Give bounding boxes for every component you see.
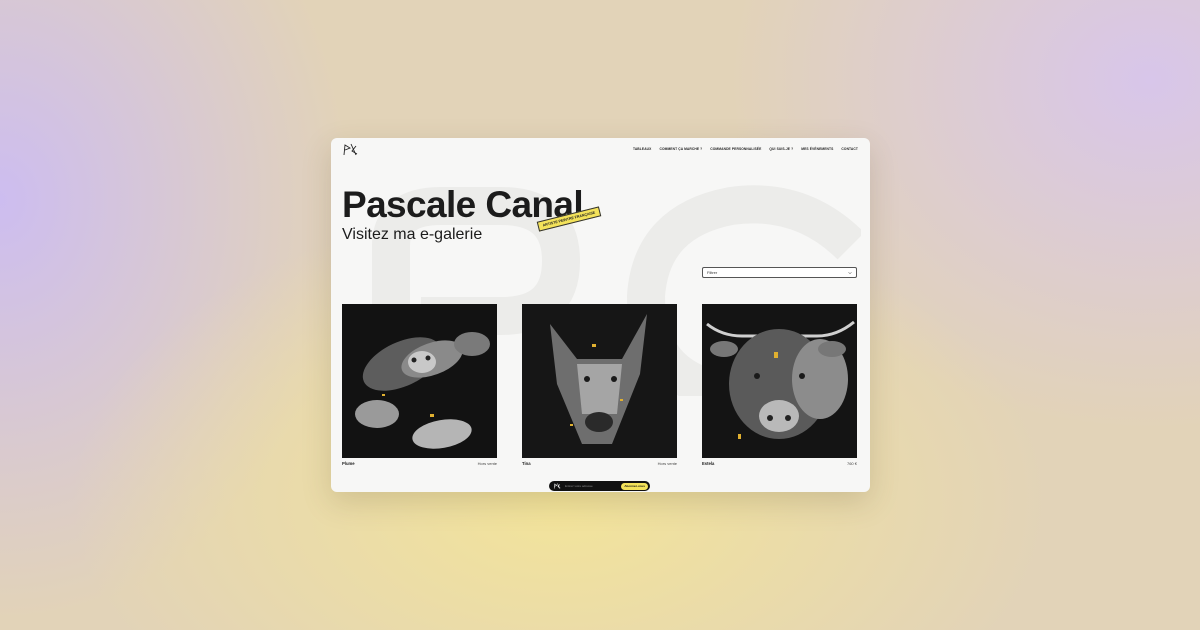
filter-select[interactable]: Filtrer (702, 267, 857, 278)
gallery-card[interactable]: Tina Hors vente (522, 304, 677, 466)
nav-item-qui-suis-je[interactable]: QUI SUIS-JE ? (769, 147, 793, 151)
card-price: Hors vente (657, 461, 677, 466)
nav-menu: TABLEAUX COMMENT ÇA MARCHE ? COMMANDE PE… (633, 147, 858, 151)
card-meta: Tina Hors vente (522, 461, 677, 466)
card-meta: Plume Hors vente (342, 461, 497, 466)
page-title: Pascale Canal (342, 184, 584, 225)
nav-item-contact[interactable]: CONTACT (841, 147, 858, 151)
card-price: 760 € (846, 461, 857, 466)
card-price: Hors vente (477, 461, 497, 466)
subscribe-button[interactable]: Abonnez-vous (621, 482, 648, 490)
chevron-down-icon (848, 271, 852, 274)
card-title[interactable]: Estela (702, 461, 714, 466)
nav-item-mes-evenements[interactable]: MES ÉVÉNEMENTS (801, 147, 833, 151)
card-title[interactable]: Tina (522, 461, 531, 466)
pc-logo-icon[interactable] (342, 143, 358, 156)
card-title[interactable]: Plume (342, 461, 355, 466)
newsletter-email-input[interactable]: Entrez votre adresse (565, 484, 621, 488)
pc-logo-icon (553, 483, 561, 489)
painting-cat-image[interactable] (342, 304, 497, 458)
gallery-card[interactable]: Estela 760 € (702, 304, 857, 466)
page-subtitle: Visitez ma e-galerie (342, 226, 483, 243)
nav-item-tableaux[interactable]: TABLEAUX (633, 147, 652, 151)
newsletter-bar: Entrez votre adresse Abonnez-vous (549, 481, 650, 491)
painting-cow-image[interactable] (702, 304, 857, 458)
nav-item-comment-ca-marche[interactable]: COMMENT ÇA MARCHE ? (659, 147, 702, 151)
gallery-card[interactable]: Plume Hors vente (342, 304, 497, 466)
filter-label: Filtrer (707, 270, 718, 275)
top-nav: TABLEAUX COMMENT ÇA MARCHE ? COMMANDE PE… (331, 138, 870, 160)
painting-dog-image[interactable] (522, 304, 677, 458)
card-meta: Estela 760 € (702, 461, 857, 466)
browser-window: TABLEAUX COMMENT ÇA MARCHE ? COMMANDE PE… (331, 138, 870, 492)
nav-item-commande-personnalisee[interactable]: COMMANDE PERSONNALISÉE (710, 147, 761, 151)
